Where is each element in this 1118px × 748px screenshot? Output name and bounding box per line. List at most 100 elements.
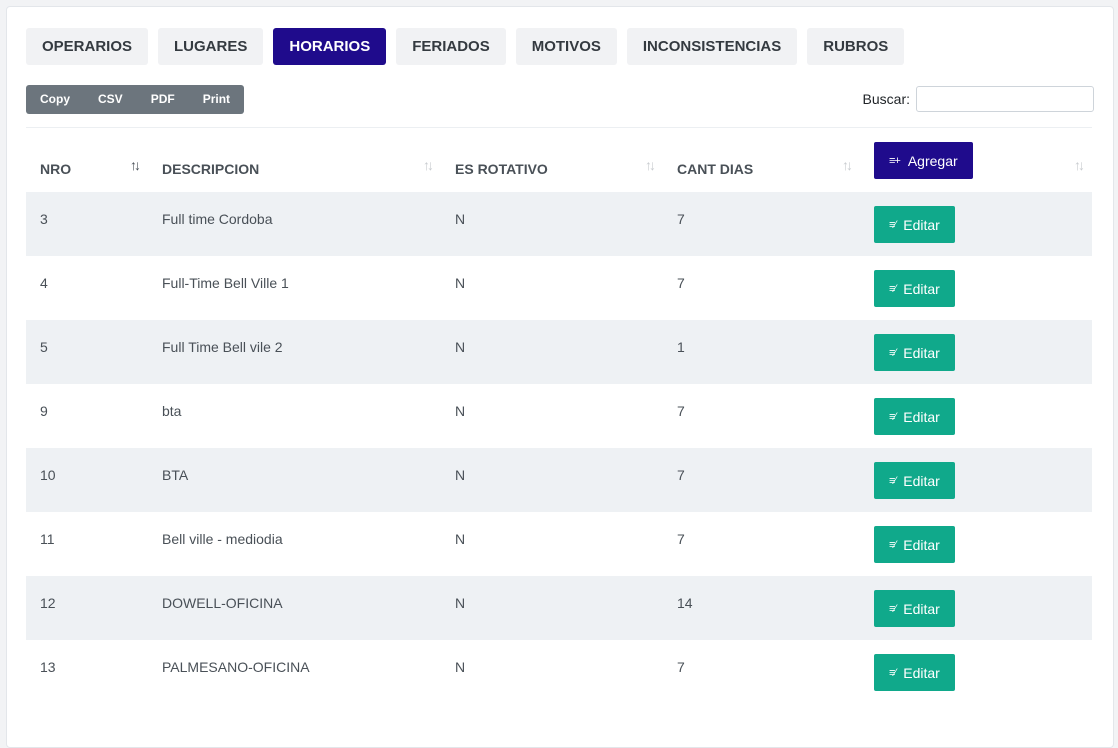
cell-descripcion: DOWELL-OFICINA (148, 576, 441, 640)
editar-button[interactable]: ≡⁄ Editar (874, 334, 955, 371)
header-cant-dias[interactable]: CANT DIAS ↑↓ (663, 129, 860, 192)
cell-value: 13 (40, 659, 56, 675)
table-row: 11 Bell ville - mediodia N 7 ≡⁄ Editar (26, 512, 1092, 576)
cell-es-rotativo: N (441, 192, 663, 256)
cell-value: 7 (677, 659, 685, 675)
search-label: Buscar: (862, 91, 910, 107)
editar-button[interactable]: ≡⁄ Editar (874, 654, 955, 691)
cell-es-rotativo: N (441, 384, 663, 448)
tab-bar: OPERARIOS LUGARES HORARIOS FERIADOS MOTI… (26, 28, 914, 65)
editar-label: Editar (903, 472, 940, 489)
editar-button[interactable]: ≡⁄ Editar (874, 462, 955, 499)
cell-value: 7 (677, 467, 685, 483)
cell-cant-dias: 7 (663, 256, 860, 320)
editar-button[interactable]: ≡⁄ Editar (874, 270, 955, 307)
cell-value: N (455, 275, 466, 291)
table-row: 9 bta N 7 ≡⁄ Editar (26, 384, 1092, 448)
cell-value: 7 (677, 403, 685, 419)
horarios-table: NRO ↑↓ DESCRIPCION ↑↓ ES ROTATIVO ↑↓ CANT D… (26, 129, 1092, 704)
cell-nro: 10 (26, 448, 148, 512)
editar-button[interactable]: ≡⁄ Editar (874, 526, 955, 563)
cell-actions: ≡⁄ Editar (860, 320, 1092, 384)
tab-rubros[interactable]: RUBROS (807, 28, 905, 65)
cell-es-rotativo: N (441, 448, 663, 512)
agregar-label: Agregar (907, 152, 958, 169)
cell-value: PALMESANO-OFICINA (162, 659, 310, 675)
pdf-button[interactable]: PDF (137, 85, 189, 114)
table-row: 3 Full time Cordoba N 7 ≡⁄ Editar (26, 192, 1092, 256)
cell-descripcion: Full time Cordoba (148, 192, 441, 256)
cell-cant-dias: 7 (663, 512, 860, 576)
cell-value: 4 (40, 275, 48, 291)
cell-es-rotativo: N (441, 512, 663, 576)
cell-es-rotativo: N (441, 576, 663, 640)
header-es-rotativo-label: ES ROTATIVO (455, 160, 548, 177)
cell-cant-dias: 7 (663, 192, 860, 256)
editar-button[interactable]: ≡⁄ Editar (874, 590, 955, 627)
tab-lugares[interactable]: LUGARES (158, 28, 264, 65)
cell-actions: ≡⁄ Editar (860, 576, 1092, 640)
cell-value: Bell ville - mediodia (162, 531, 283, 547)
editar-label: Editar (903, 664, 940, 681)
export-buttons: Copy CSV PDF Print (26, 85, 245, 114)
cell-value: N (455, 531, 466, 547)
cell-nro: 9 (26, 384, 148, 448)
cell-cant-dias: 7 (663, 640, 860, 704)
edit-list-icon: ≡⁄ (889, 346, 896, 359)
cell-value: N (455, 595, 466, 611)
header-descripcion[interactable]: DESCRIPCION ↑↓ (148, 129, 441, 192)
csv-button[interactable]: CSV (84, 85, 137, 114)
cell-descripcion: PALMESANO-OFICINA (148, 640, 441, 704)
edit-list-icon: ≡⁄ (889, 410, 896, 423)
header-nro[interactable]: NRO ↑↓ (26, 129, 148, 192)
header-nro-label: NRO (40, 160, 72, 177)
editar-button[interactable]: ≡⁄ Editar (874, 206, 955, 243)
copy-button[interactable]: Copy (26, 85, 84, 114)
editar-button[interactable]: ≡⁄ Editar (874, 398, 955, 435)
cell-nro: 5 (26, 320, 148, 384)
cell-nro: 13 (26, 640, 148, 704)
sort-icon: ↑↓ (423, 157, 434, 173)
cell-value: bta (162, 403, 182, 419)
table-row: 13 PALMESANO-OFICINA N 7 ≡⁄ Editar (26, 640, 1092, 704)
cell-descripcion: bta (148, 384, 441, 448)
print-button[interactable]: Print (189, 85, 244, 114)
tab-motivos[interactable]: MOTIVOS (515, 28, 617, 65)
tab-feriados[interactable]: FERIADOS (396, 28, 506, 65)
editar-label: Editar (903, 408, 940, 425)
table-row: 10 BTA N 7 ≡⁄ Editar (26, 448, 1092, 512)
cell-value: Full Time Bell vile 2 (162, 339, 283, 355)
cell-cant-dias: 1 (663, 320, 860, 384)
editar-label: Editar (903, 216, 940, 233)
cell-nro: 4 (26, 256, 148, 320)
cell-actions: ≡⁄ Editar (860, 512, 1092, 576)
edit-list-icon: ≡⁄ (889, 282, 896, 295)
tab-horarios[interactable]: HORARIOS (273, 28, 387, 65)
edit-list-icon: ≡⁄ (889, 602, 896, 615)
cell-descripcion: Full-Time Bell Ville 1 (148, 256, 441, 320)
editar-label: Editar (903, 280, 940, 297)
table-row: 12 DOWELL-OFICINA N 14 ≡⁄ Editar (26, 576, 1092, 640)
cell-value: BTA (162, 467, 189, 483)
header-cant-dias-label: CANT DIAS (677, 160, 754, 177)
tab-operarios[interactable]: OPERARIOS (26, 28, 149, 65)
agregar-button[interactable]: ≡+ Agregar (874, 142, 973, 179)
cell-actions: ≡⁄ Editar (860, 192, 1092, 256)
cell-es-rotativo: N (441, 320, 663, 384)
cell-value: N (455, 211, 466, 227)
header-es-rotativo[interactable]: ES ROTATIVO ↑↓ (441, 129, 663, 192)
table-body: 3 Full time Cordoba N 7 ≡⁄ Editar 4 Full-Time B… (26, 192, 1092, 704)
cell-value: N (455, 339, 466, 355)
cell-nro: 12 (26, 576, 148, 640)
cell-cant-dias: 7 (663, 384, 860, 448)
playlist-add-icon: ≡+ (889, 154, 901, 167)
cell-value: N (455, 467, 466, 483)
search-input[interactable] (916, 86, 1094, 112)
cell-es-rotativo: N (441, 640, 663, 704)
edit-list-icon: ≡⁄ (889, 538, 896, 551)
editar-label: Editar (903, 344, 940, 361)
tab-inconsistencias[interactable]: INCONSISTENCIAS (626, 28, 798, 65)
cell-value: 10 (40, 467, 56, 483)
sort-icon: ↑↓ (842, 157, 853, 173)
cell-es-rotativo: N (441, 256, 663, 320)
